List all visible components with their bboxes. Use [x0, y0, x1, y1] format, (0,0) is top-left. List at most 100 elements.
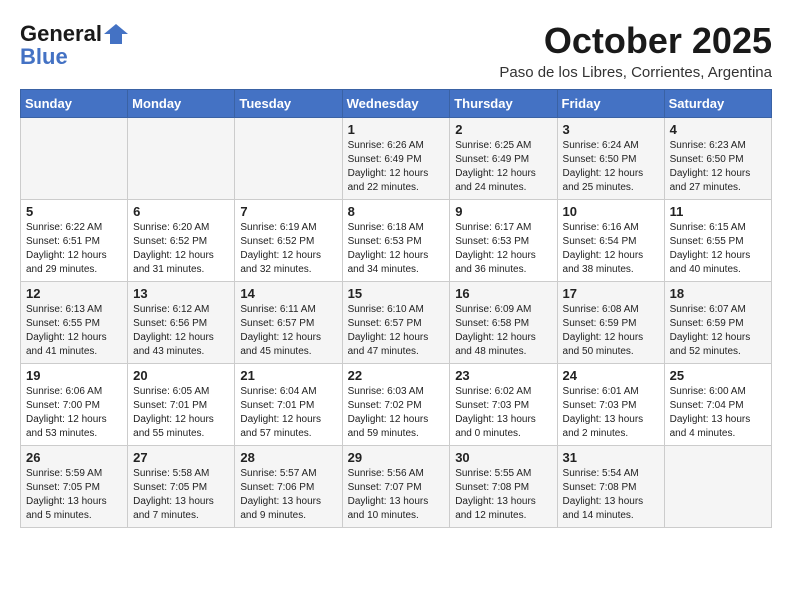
calendar-week-3: 12 Sunrise: 6:13 AM Sunset: 6:55 PM Dayli… — [21, 282, 772, 364]
day-content: Sunrise: 6:01 AM Sunset: 7:03 PM Dayligh… — [563, 385, 659, 441]
day-content: Sunrise: 6:23 AM Sunset: 6:50 PM Dayligh… — [670, 139, 766, 195]
day-content: Sunrise: 6:18 AM Sunset: 6:53 PM Dayligh… — [348, 221, 445, 277]
day-number: 10 — [563, 204, 659, 219]
calendar-cell — [128, 118, 235, 200]
day-content: Sunrise: 5:54 AM Sunset: 7:08 PM Dayligh… — [563, 467, 659, 523]
title-block: October 2025 Paso de los Libres, Corrien… — [499, 20, 772, 81]
day-number: 15 — [348, 286, 445, 301]
day-header-sunday: Sunday — [21, 90, 128, 118]
logo-icon — [102, 20, 130, 48]
day-content: Sunrise: 6:25 AM Sunset: 6:49 PM Dayligh… — [455, 139, 551, 195]
calendar-table: SundayMondayTuesdayWednesdayThursdayFrid… — [20, 89, 772, 528]
day-number: 2 — [455, 122, 551, 137]
calendar-cell: 13 Sunrise: 6:12 AM Sunset: 6:56 PM Dayli… — [128, 282, 235, 364]
day-header-thursday: Thursday — [450, 90, 557, 118]
day-content: Sunrise: 5:58 AM Sunset: 7:05 PM Dayligh… — [133, 467, 229, 523]
logo: General Blue — [20, 20, 130, 70]
day-content: Sunrise: 6:00 AM Sunset: 7:04 PM Dayligh… — [670, 385, 766, 441]
day-number: 19 — [26, 368, 122, 383]
day-number: 11 — [670, 204, 766, 219]
calendar-cell: 29 Sunrise: 5:56 AM Sunset: 7:07 PM Dayli… — [342, 446, 450, 528]
calendar-cell: 18Sunrise: 6:07 AM Sunset: 6:59 PM Dayli… — [664, 282, 771, 364]
day-number: 8 — [348, 204, 445, 219]
day-number: 24 — [563, 368, 659, 383]
day-content: Sunrise: 5:55 AM Sunset: 7:08 PM Dayligh… — [455, 467, 551, 523]
calendar-cell: 26 Sunrise: 5:59 AM Sunset: 7:05 PM Dayli… — [21, 446, 128, 528]
day-content: Sunrise: 6:26 AM Sunset: 6:49 PM Dayligh… — [348, 139, 445, 195]
day-header-monday: Monday — [128, 90, 235, 118]
calendar-cell: 2 Sunrise: 6:25 AM Sunset: 6:49 PM Daylig… — [450, 118, 557, 200]
calendar-week-1: 1Sunrise: 6:26 AM Sunset: 6:49 PM Daylig… — [21, 118, 772, 200]
day-content: Sunrise: 6:16 AM Sunset: 6:54 PM Dayligh… — [563, 221, 659, 277]
day-content: Sunrise: 6:11 AM Sunset: 6:57 PM Dayligh… — [240, 303, 336, 359]
calendar-cell: 8 Sunrise: 6:18 AM Sunset: 6:53 PM Daylig… — [342, 200, 450, 282]
calendar-cell: 15 Sunrise: 6:10 AM Sunset: 6:57 PM Dayli… — [342, 282, 450, 364]
day-content: Sunrise: 6:05 AM Sunset: 7:01 PM Dayligh… — [133, 385, 229, 441]
calendar-cell: 31Sunrise: 5:54 AM Sunset: 7:08 PM Dayli… — [557, 446, 664, 528]
day-content: Sunrise: 6:19 AM Sunset: 6:52 PM Dayligh… — [240, 221, 336, 277]
day-number: 25 — [670, 368, 766, 383]
calendar-cell: 7 Sunrise: 6:19 AM Sunset: 6:52 PM Daylig… — [235, 200, 342, 282]
day-header-saturday: Saturday — [664, 90, 771, 118]
calendar-week-2: 5 Sunrise: 6:22 AM Sunset: 6:51 PM Daylig… — [21, 200, 772, 282]
day-number: 23 — [455, 368, 551, 383]
day-content: Sunrise: 6:13 AM Sunset: 6:55 PM Dayligh… — [26, 303, 122, 359]
calendar-cell: 3 Sunrise: 6:24 AM Sunset: 6:50 PM Daylig… — [557, 118, 664, 200]
day-content: Sunrise: 6:24 AM Sunset: 6:50 PM Dayligh… — [563, 139, 659, 195]
calendar-cell: 9Sunrise: 6:17 AM Sunset: 6:53 PM Daylig… — [450, 200, 557, 282]
calendar-cell: 23 Sunrise: 6:02 AM Sunset: 7:03 PM Dayli… — [450, 364, 557, 446]
day-content: Sunrise: 6:20 AM Sunset: 6:52 PM Dayligh… — [133, 221, 229, 277]
calendar-cell: 12 Sunrise: 6:13 AM Sunset: 6:55 PM Dayli… — [21, 282, 128, 364]
calendar-cell: 20Sunrise: 6:05 AM Sunset: 7:01 PM Dayli… — [128, 364, 235, 446]
calendar-cell: 5 Sunrise: 6:22 AM Sunset: 6:51 PM Daylig… — [21, 200, 128, 282]
day-content: Sunrise: 6:09 AM Sunset: 6:58 PM Dayligh… — [455, 303, 551, 359]
calendar-cell: 21Sunrise: 6:04 AM Sunset: 7:01 PM Dayli… — [235, 364, 342, 446]
day-content: Sunrise: 5:56 AM Sunset: 7:07 PM Dayligh… — [348, 467, 445, 523]
day-number: 14 — [240, 286, 336, 301]
day-content: Sunrise: 6:08 AM Sunset: 6:59 PM Dayligh… — [563, 303, 659, 359]
calendar-cell: 28 Sunrise: 5:57 AM Sunset: 7:06 PM Dayli… — [235, 446, 342, 528]
day-content: Sunrise: 6:02 AM Sunset: 7:03 PM Dayligh… — [455, 385, 551, 441]
day-number: 17 — [563, 286, 659, 301]
calendar-cell: 10 Sunrise: 6:16 AM Sunset: 6:54 PM Dayli… — [557, 200, 664, 282]
day-content: Sunrise: 6:10 AM Sunset: 6:57 PM Dayligh… — [348, 303, 445, 359]
calendar-week-5: 26 Sunrise: 5:59 AM Sunset: 7:05 PM Dayli… — [21, 446, 772, 528]
day-number: 28 — [240, 450, 336, 465]
day-number: 9 — [455, 204, 551, 219]
calendar-cell: 27 Sunrise: 5:58 AM Sunset: 7:05 PM Dayli… — [128, 446, 235, 528]
day-content: Sunrise: 5:59 AM Sunset: 7:05 PM Dayligh… — [26, 467, 122, 523]
day-content: Sunrise: 5:57 AM Sunset: 7:06 PM Dayligh… — [240, 467, 336, 523]
day-number: 26 — [26, 450, 122, 465]
day-content: Sunrise: 6:15 AM Sunset: 6:55 PM Dayligh… — [670, 221, 766, 277]
calendar-cell — [235, 118, 342, 200]
calendar-cell: 30 Sunrise: 5:55 AM Sunset: 7:08 PM Dayli… — [450, 446, 557, 528]
calendar-cell: 17 Sunrise: 6:08 AM Sunset: 6:59 PM Dayli… — [557, 282, 664, 364]
day-number: 12 — [26, 286, 122, 301]
day-number: 27 — [133, 450, 229, 465]
day-header-friday: Friday — [557, 90, 664, 118]
calendar-cell: 19 Sunrise: 6:06 AM Sunset: 7:00 PM Dayli… — [21, 364, 128, 446]
calendar-cell: 6Sunrise: 6:20 AM Sunset: 6:52 PM Daylig… — [128, 200, 235, 282]
calendar-header-row: SundayMondayTuesdayWednesdayThursdayFrid… — [21, 90, 772, 118]
day-number: 21 — [240, 368, 336, 383]
calendar-week-4: 19 Sunrise: 6:06 AM Sunset: 7:00 PM Dayli… — [21, 364, 772, 446]
day-number: 16 — [455, 286, 551, 301]
calendar-cell — [664, 446, 771, 528]
calendar-cell: 4Sunrise: 6:23 AM Sunset: 6:50 PM Daylig… — [664, 118, 771, 200]
day-number: 5 — [26, 204, 122, 219]
day-header-tuesday: Tuesday — [235, 90, 342, 118]
day-content: Sunrise: 6:12 AM Sunset: 6:56 PM Dayligh… — [133, 303, 229, 359]
day-number: 7 — [240, 204, 336, 219]
day-number: 13 — [133, 286, 229, 301]
day-number: 30 — [455, 450, 551, 465]
day-number: 22 — [348, 368, 445, 383]
day-number: 3 — [563, 122, 659, 137]
calendar-cell: 24 Sunrise: 6:01 AM Sunset: 7:03 PM Dayli… — [557, 364, 664, 446]
day-content: Sunrise: 6:22 AM Sunset: 6:51 PM Dayligh… — [26, 221, 122, 277]
day-number: 29 — [348, 450, 445, 465]
calendar-cell: 16 Sunrise: 6:09 AM Sunset: 6:58 PM Dayli… — [450, 282, 557, 364]
calendar-cell — [21, 118, 128, 200]
day-content: Sunrise: 6:06 AM Sunset: 7:00 PM Dayligh… — [26, 385, 122, 441]
calendar-cell: 1Sunrise: 6:26 AM Sunset: 6:49 PM Daylig… — [342, 118, 450, 200]
month-title: October 2025 — [499, 20, 772, 62]
